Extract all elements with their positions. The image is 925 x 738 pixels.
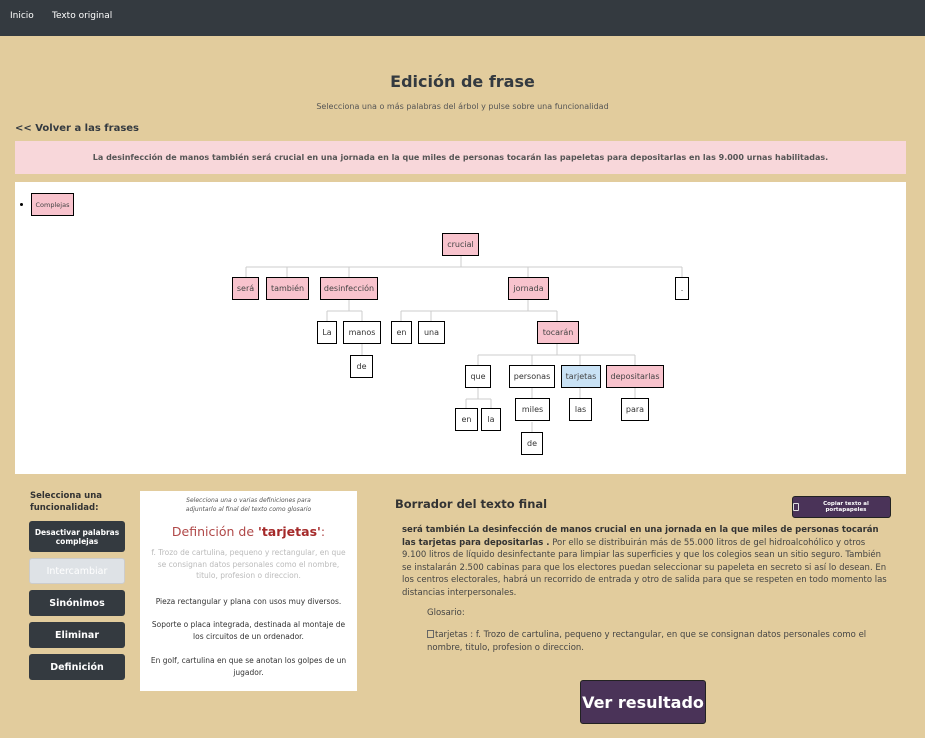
delete-button[interactable]: Eliminar (29, 622, 125, 648)
syntax-tree-panel: Complejas crucial será también desinfecc… (15, 182, 906, 474)
definitions-title-prefix: Definición de (171, 524, 258, 539)
view-result-button[interactable]: Ver resultado (580, 680, 706, 724)
nav-texto-original-link[interactable]: Texto original (52, 11, 112, 21)
swap-button[interactable]: Intercambiar (29, 558, 125, 584)
glossary-entry-text: tarjetas : f. Trozo de cartulina, pequen… (427, 630, 867, 653)
definitions-hint: Selecciona una o varias definiciones par… (185, 497, 312, 513)
top-navbar: Inicio Texto original (0, 0, 925, 36)
definition-option[interactable]: Pieza rectangular y plana con usos muy d… (150, 596, 347, 608)
tree-node-jornada[interactable]: jornada (508, 277, 549, 300)
draft-title: Borrador del texto final (395, 497, 548, 511)
tree-node-miles[interactable]: miles (515, 398, 550, 421)
definition-option[interactable]: f. Trozo de cartulina, pequeno y rectang… (150, 547, 347, 582)
definition-button[interactable]: Definición (29, 654, 125, 680)
page-subtitle: Selecciona una o más palabras del árbol … (316, 102, 609, 111)
tree-node-depositarlas[interactable]: depositarlas (606, 365, 664, 388)
deactivate-complex-words-button[interactable]: Desactivar palabras complejas (29, 521, 125, 552)
tree-node-de[interactable]: de (350, 355, 373, 378)
page-title: Edición de frase (390, 72, 535, 91)
glossary-label: Glosario: (427, 608, 465, 618)
definition-option[interactable]: Soporte o placa integrada, destinada al … (150, 619, 347, 642)
tree-node-la[interactable]: La (317, 321, 337, 344)
definition-option[interactable]: En golf, cartulina en que se anotan los … (150, 655, 347, 678)
tree-node-tarjetas[interactable]: tarjetas (561, 365, 601, 388)
synonyms-button[interactable]: Sinónimos (29, 590, 125, 616)
tree-node-las[interactable]: las (569, 398, 592, 421)
tree-node-que[interactable]: que (465, 365, 491, 388)
tree-root-tag[interactable]: Complejas (31, 193, 74, 216)
draft-text: será también La desinfección de manos cr… (402, 524, 888, 599)
tree-node-en[interactable]: en (455, 408, 478, 431)
glossary-entry: tarjetas : f. Trozo de cartulina, pequen… (427, 629, 887, 654)
tree-node-de[interactable]: de (521, 432, 543, 455)
tree-node-sera[interactable]: será (232, 277, 259, 300)
original-sentence: La desinfección de manos también será cr… (15, 141, 906, 174)
definitions-title-word: 'tarjetas' (258, 524, 321, 539)
definitions-title-suffix: : (320, 524, 326, 539)
tree-node-tocaran[interactable]: tocarán (537, 321, 579, 344)
back-to-sentences-link[interactable]: << Volver a las frases (15, 123, 139, 134)
functions-label: Selecciona una funcionalidad: (30, 491, 102, 513)
definitions-title: Definición de 'tarjetas': (140, 524, 357, 539)
glossary-entry-icon (427, 630, 434, 638)
tree-node-tambien[interactable]: también (266, 277, 309, 300)
copy-to-clipboard-button[interactable]: Copiar texto al portapapeles (792, 496, 891, 518)
clipboard-icon (793, 503, 799, 511)
tree-node-desinfeccion[interactable]: desinfección (320, 277, 378, 300)
tree-node-para[interactable]: para (621, 398, 649, 421)
tree-node-period[interactable]: . (675, 277, 689, 300)
tree-node-en[interactable]: en (391, 321, 412, 344)
definitions-panel: Selecciona una o varias definiciones par… (140, 491, 357, 691)
nav-inicio-link[interactable]: Inicio (10, 11, 34, 21)
copy-button-label: Copiar texto al portapapeles (823, 501, 869, 513)
tree-node-personas[interactable]: personas (509, 365, 555, 388)
tree-node-una[interactable]: una (418, 321, 445, 344)
tree-node-manos[interactable]: manos (343, 321, 381, 344)
tree-node-la[interactable]: la (481, 408, 501, 431)
tree-node-crucial[interactable]: crucial (442, 233, 479, 256)
